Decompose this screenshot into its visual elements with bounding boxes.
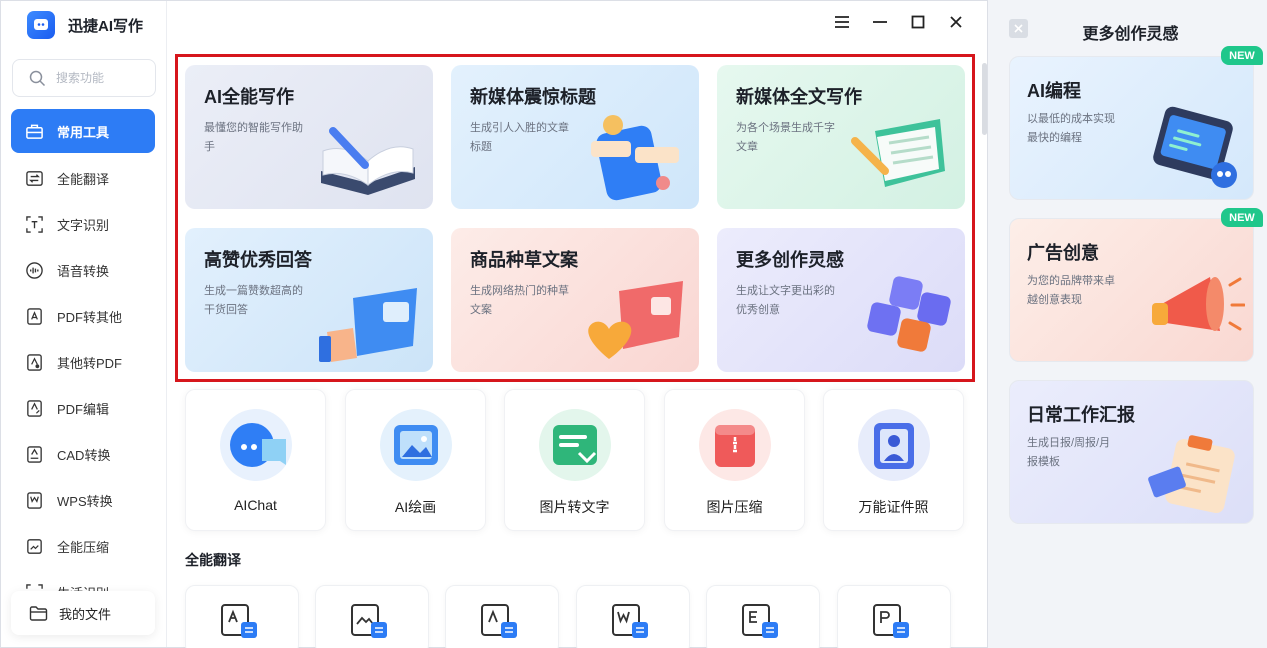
feature-highlight-box: [175, 54, 975, 382]
tool-label: AIChat: [234, 497, 277, 513]
panel-title: 更多创作灵感: [1082, 26, 1179, 43]
inspiration-panel: 更多创作灵感 AI编程 以最低的成本实现最快的编程 广告创意 为您的品牌带来卓越…: [990, 0, 1267, 648]
sidebar-item-pdf-to-other[interactable]: PDF转其他: [11, 293, 155, 339]
search-box[interactable]: [12, 59, 156, 97]
new-badge: NEW: [1221, 208, 1263, 227]
translate-tile-text[interactable]: [445, 585, 559, 648]
search-input[interactable]: [56, 71, 136, 85]
sidebar-item-label: 全能压缩: [57, 539, 110, 555]
sidebar-nav: 常用工具 全能翻译 文字识别 语音转换 PDF转其他 其他转PDF PDF编辑 …: [11, 109, 155, 615]
text-translate-icon: [481, 604, 517, 638]
sidebar-item-cad[interactable]: CAD转换: [11, 431, 155, 477]
tool-aichat[interactable]: AIChat: [185, 389, 326, 531]
app-name: 迅捷AI写作: [68, 17, 144, 35]
card-desc: 以最低的成本实现最快的编程: [1027, 113, 1115, 144]
new-badge: NEW: [1221, 46, 1263, 65]
to-pdf-icon: [24, 352, 44, 372]
my-files-button[interactable]: 我的文件: [11, 591, 155, 635]
wps-icon: [24, 490, 44, 510]
sidebar-item-label: 常用工具: [57, 124, 110, 140]
translate-tile-excel[interactable]: [706, 585, 820, 648]
section-title: 全能翻译: [185, 552, 241, 568]
sidebar-item-label: 其他转PDF: [57, 355, 123, 371]
panel-card-ai-coding[interactable]: AI编程 以最低的成本实现最快的编程: [1009, 56, 1254, 200]
excel-translate-icon: [742, 604, 778, 638]
clipboard-icon: [1148, 435, 1235, 514]
tool-label: 图片压缩: [706, 499, 763, 515]
pdf-convert-icon: [24, 306, 44, 326]
card-title: AI编程: [1027, 81, 1081, 101]
tool-image-to-text[interactable]: 图片转文字: [504, 389, 645, 531]
sidebar-item-label: 全能翻译: [57, 171, 110, 187]
cad-icon: [24, 444, 44, 464]
chat-bubble-icon: [220, 409, 292, 481]
maximize-icon[interactable]: [909, 13, 927, 31]
scrollbar[interactable]: [982, 63, 987, 135]
sidebar-item-other-to-pdf[interactable]: 其他转PDF: [11, 339, 155, 385]
sidebar-item-ocr[interactable]: 文字识别: [11, 201, 155, 247]
sidebar-item-label: WPS转换: [57, 493, 113, 509]
menu-icon[interactable]: [833, 13, 851, 31]
sidebar-item-voice[interactable]: 语音转换: [11, 247, 155, 293]
text-scan-icon: [24, 214, 44, 234]
sidebar-item-common-tools[interactable]: 常用工具: [11, 109, 155, 153]
word-translate-icon: [612, 604, 648, 638]
card-title: 广告创意: [1027, 243, 1099, 263]
compress-icon: [24, 536, 44, 556]
folder-icon: [29, 605, 48, 621]
minimize-icon[interactable]: [871, 13, 889, 31]
code-screen-icon: [1153, 106, 1237, 188]
zip-icon: [699, 409, 771, 481]
card-title: 日常工作汇报: [1027, 405, 1135, 425]
picture-icon: [380, 409, 452, 481]
sidebar-item-compress[interactable]: 全能压缩: [11, 523, 155, 569]
image-to-text-icon: [539, 409, 611, 481]
ppt-translate-icon: [873, 604, 909, 638]
image-translate-icon: [351, 604, 387, 638]
tool-label: 图片转文字: [539, 499, 610, 515]
my-files-label: 我的文件: [59, 606, 112, 622]
translate-icon: [24, 168, 44, 188]
sidebar-item-pdf-edit[interactable]: PDF编辑: [11, 385, 155, 431]
translate-tile-word[interactable]: [576, 585, 690, 648]
sidebar-item-label: PDF转其他: [57, 309, 123, 325]
tool-id-photo[interactable]: 万能证件照: [823, 389, 964, 531]
panel-card-work-report[interactable]: 日常工作汇报 生成日报/周报/月报模板: [1009, 380, 1254, 524]
sidebar: 迅捷AI写作 常用工具 全能翻译 文字识别 语音转换: [1, 1, 167, 647]
brand: 迅捷AI写作: [27, 11, 143, 39]
card-desc: 为您的品牌带来卓越创意表现: [1027, 275, 1115, 306]
toolbox-icon: [24, 121, 44, 141]
card-desc: 生成日报/周报/月报模板: [1027, 437, 1111, 468]
tool-label: AI绘画: [394, 499, 437, 515]
translate-tile-ppt[interactable]: [837, 585, 951, 648]
app-logo-icon: [27, 11, 55, 39]
tool-ai-painting[interactable]: AI绘画: [345, 389, 486, 531]
pdf-edit-icon: [24, 398, 44, 418]
megaphone-icon: [1152, 277, 1245, 331]
translate-tile-image[interactable]: [315, 585, 429, 648]
sidebar-item-wps[interactable]: WPS转换: [11, 477, 155, 523]
sidebar-item-label: CAD转换: [57, 447, 111, 463]
sidebar-item-label: 语音转换: [57, 263, 110, 279]
doc-translate-icon: [221, 604, 257, 638]
voice-icon: [24, 260, 44, 280]
panel-card-ad-creative[interactable]: 广告创意 为您的品牌带来卓越创意表现: [1009, 218, 1254, 362]
tool-image-compress[interactable]: 图片压缩: [664, 389, 805, 531]
id-photo-icon: [858, 409, 930, 481]
search-icon: [29, 70, 46, 86]
sidebar-item-translate[interactable]: 全能翻译: [11, 155, 155, 201]
window-controls: [833, 13, 965, 31]
sidebar-item-label: PDF编辑: [57, 401, 110, 417]
tool-label: 万能证件照: [858, 499, 929, 515]
close-icon[interactable]: [947, 13, 965, 31]
translate-tile-doc[interactable]: [185, 585, 299, 648]
sidebar-item-label: 文字识别: [57, 217, 110, 233]
